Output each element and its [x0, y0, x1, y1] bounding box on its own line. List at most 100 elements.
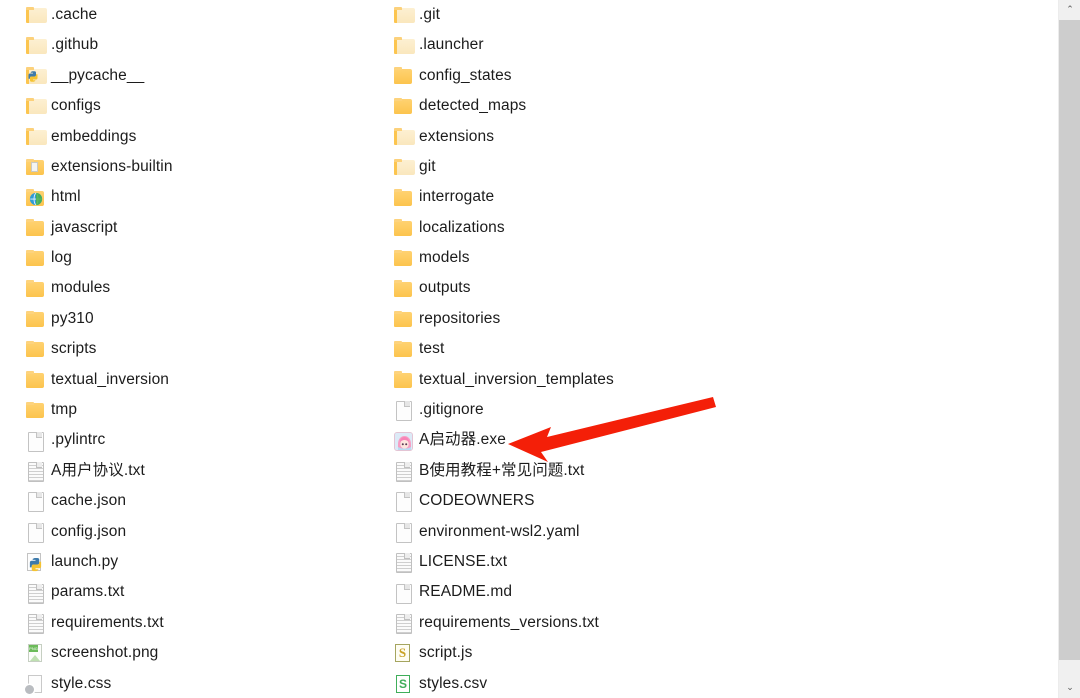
file-list-item[interactable]: extensions-builtin	[22, 152, 392, 182]
file-list-item[interactable]: interrogate	[390, 182, 760, 212]
file-list-column-right: .git .launcher config_states detected_mapse…	[390, 0, 760, 698]
file-list-item[interactable]: embeddings	[22, 122, 392, 152]
file-list-item[interactable]: config_states	[390, 61, 760, 91]
text-file-icon	[392, 551, 414, 574]
file-list-item[interactable]: .launcher	[390, 30, 760, 60]
file-name-label: detected_maps	[419, 97, 527, 115]
file-explorer-list-view: .cache .github __pycache__configs embedding…	[0, 0, 1080, 698]
file-list-item[interactable]: outputs	[390, 274, 760, 304]
file-name-label: README.md	[419, 583, 513, 601]
file-list-item[interactable]: .git	[390, 0, 760, 30]
file-name-label: requirements.txt	[51, 613, 164, 631]
file-list-item[interactable]: test	[390, 334, 760, 364]
text-file-icon	[24, 582, 46, 604]
file-list-item[interactable]: .gitignore	[390, 395, 760, 425]
file-list-item[interactable]: repositories	[390, 304, 760, 334]
file-name-label: test	[419, 340, 445, 358]
file-name-label: modules	[51, 279, 111, 297]
file-list-item[interactable]: LICENSE.txt	[390, 547, 760, 577]
file-list-item[interactable]: localizations	[390, 213, 760, 243]
file-list-column-left: .cache .github __pycache__configs embedding…	[22, 0, 392, 698]
file-list-item[interactable]: modules	[22, 274, 392, 304]
file-list-item[interactable]: textual_inversion_templates	[390, 365, 760, 395]
file-list-item[interactable]: configs	[22, 91, 392, 121]
file-list-item[interactable]: CODEOWNERS	[390, 486, 760, 516]
blank-page-icon	[392, 490, 414, 513]
file-list-item[interactable]: html	[22, 182, 392, 212]
folder-icon	[24, 369, 46, 391]
file-list-item[interactable]: requirements_versions.txt	[390, 608, 760, 638]
file-list-item[interactable]: A用户协议.txt	[22, 456, 392, 486]
file-name-label: configs	[51, 97, 101, 115]
file-list-item[interactable]: py310	[22, 304, 392, 334]
file-list-item[interactable]: launch.py	[22, 547, 392, 577]
text-file-icon	[392, 460, 414, 483]
file-list-item[interactable]: extensions	[390, 122, 760, 152]
file-name-label: environment-wsl2.yaml	[419, 522, 580, 540]
file-list-item[interactable]: cache.json	[22, 486, 392, 516]
scroll-up-button[interactable]: ⌃	[1059, 0, 1080, 20]
folder-icon	[24, 399, 46, 421]
file-list-item[interactable]: textual_inversion	[22, 365, 392, 395]
file-list-item[interactable]: requirements.txt	[22, 608, 392, 638]
file-list-item[interactable]: .github	[22, 30, 392, 60]
file-list-item[interactable]: __pycache__	[22, 61, 392, 91]
folder-pale-icon	[24, 126, 47, 148]
js-file-icon: S	[392, 642, 414, 664]
folder-icon	[24, 308, 46, 330]
file-name-label: javascript	[51, 218, 118, 236]
scrollbar-thumb[interactable]	[1059, 20, 1080, 660]
file-name-label: style.css	[51, 674, 112, 692]
file-list-item[interactable]: detected_maps	[390, 91, 760, 121]
file-list-item[interactable]: PNG screenshot.png	[22, 638, 392, 668]
file-list-item[interactable]: git	[390, 152, 760, 182]
file-name-label: embeddings	[51, 127, 137, 145]
file-name-label: interrogate	[419, 188, 495, 206]
folder-icon	[392, 187, 414, 209]
file-name-label: requirements_versions.txt	[419, 613, 599, 631]
file-list-item[interactable]: Sscript.js	[390, 638, 760, 668]
file-list-item[interactable]: Sstyles.csv	[390, 669, 760, 698]
css-file-icon	[24, 673, 46, 695]
folder-icon	[392, 95, 414, 117]
file-name-label: CODEOWNERS	[419, 492, 535, 510]
file-list-item[interactable]: tmp	[22, 395, 392, 425]
file-list-item[interactable]: style.css	[22, 669, 392, 698]
folder-pale-icon	[392, 4, 415, 26]
folder-icon	[392, 217, 414, 239]
folder-icon	[24, 217, 46, 239]
file-list-item[interactable]: .pylintrc	[22, 425, 392, 455]
file-list-item[interactable]: .cache	[22, 0, 392, 30]
file-name-label: .launcher	[419, 36, 484, 54]
file-name-label: py310	[51, 309, 94, 327]
file-list-item[interactable]: A启动器.exe	[390, 425, 760, 455]
python-file-icon	[24, 551, 46, 573]
file-name-label: .git	[419, 5, 441, 23]
scroll-down-button[interactable]: ⌄	[1059, 678, 1080, 698]
folder-pale-icon	[392, 35, 415, 57]
file-list-item[interactable]: environment-wsl2.yaml	[390, 517, 760, 547]
file-list-item[interactable]: scripts	[22, 334, 392, 364]
file-list-item[interactable]: params.txt	[22, 577, 392, 607]
file-list-item[interactable]: README.md	[390, 577, 760, 607]
file-name-label: __pycache__	[51, 66, 145, 84]
file-name-label: .gitignore	[419, 401, 484, 419]
vertical-scrollbar[interactable]: ⌃ ⌄	[1058, 0, 1080, 698]
file-list-item[interactable]: B使用教程+常见问题.txt	[390, 456, 760, 486]
file-list-item[interactable]: config.json	[22, 517, 392, 547]
file-name-label: config_states	[419, 66, 512, 84]
file-name-label: textual_inversion	[51, 370, 170, 388]
folder-icon	[24, 338, 46, 360]
folder-pale-icon	[24, 95, 47, 117]
blank-page-icon	[392, 582, 414, 604]
file-list-item[interactable]: javascript	[22, 213, 392, 243]
file-name-label: extensions	[419, 127, 495, 145]
file-list-item[interactable]: models	[390, 243, 760, 273]
file-name-label: .pylintrc	[51, 431, 106, 449]
folder-pale-icon	[24, 35, 47, 57]
csv-file-icon: S	[392, 673, 414, 695]
file-list-item[interactable]: log	[22, 243, 392, 273]
file-name-label: screenshot.png	[51, 644, 159, 662]
file-name-label: .cache	[51, 5, 98, 23]
text-file-icon	[24, 612, 46, 634]
